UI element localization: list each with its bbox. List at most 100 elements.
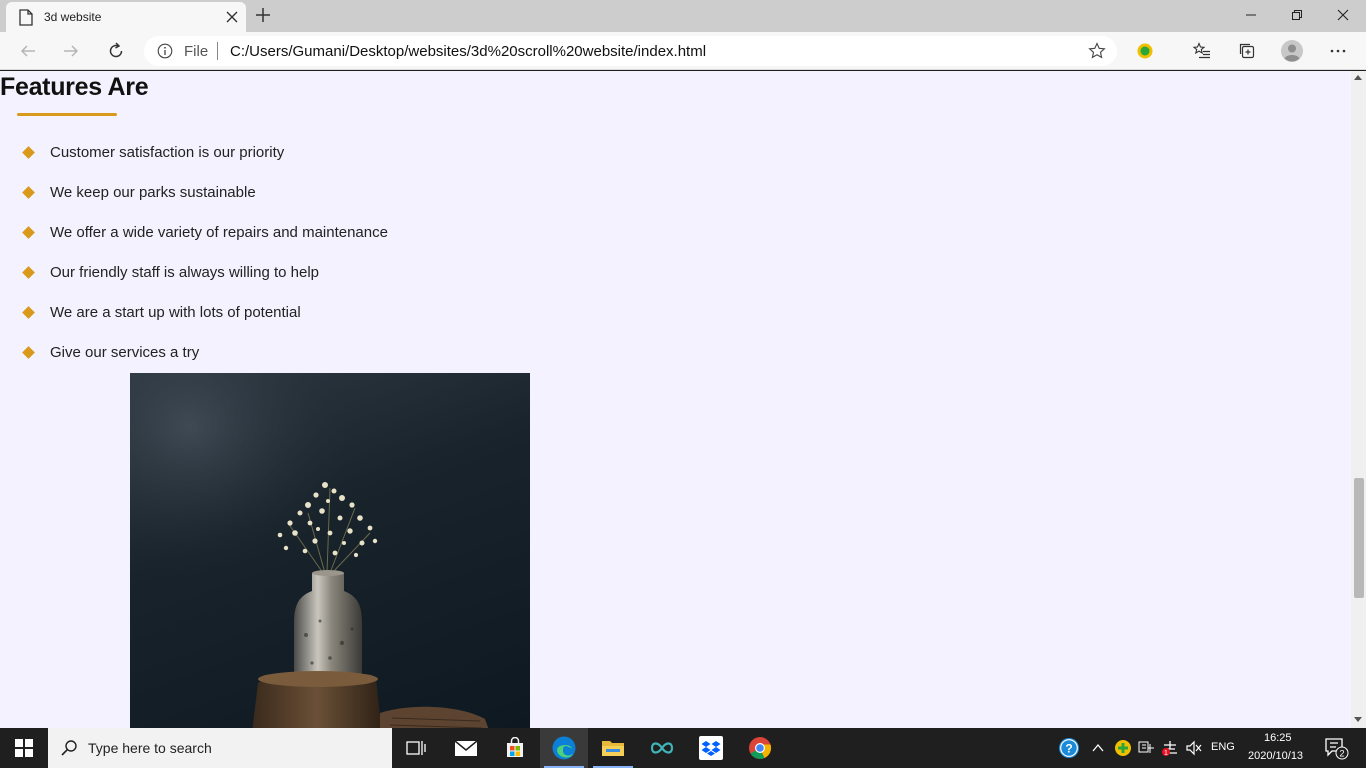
- extension-button[interactable]: [1133, 39, 1157, 63]
- dropbox-app-button[interactable]: [687, 728, 735, 768]
- collections-icon: [1239, 43, 1255, 59]
- scroll-down-arrow-icon[interactable]: [1354, 717, 1362, 722]
- tab-close-icon[interactable]: [222, 7, 242, 27]
- url-text[interactable]: C:/Users/Gumani/Desktop/websites/3d%20sc…: [230, 43, 706, 60]
- extension-tray-button[interactable]: [1112, 728, 1134, 768]
- chrome-icon: [749, 737, 772, 759]
- page-viewport: Features Are Customer satisfaction is ou…: [0, 71, 1351, 728]
- keyboard-ime-icon: [1138, 741, 1154, 753]
- folder-icon: [602, 741, 624, 756]
- features-list: Customer satisfaction is our priority We…: [0, 143, 500, 383]
- back-button[interactable]: [16, 39, 40, 63]
- search-placeholder: Type here to search: [88, 740, 212, 756]
- mail-icon: [454, 740, 478, 756]
- heading-underline: [17, 113, 117, 116]
- edge-browser-icon: [552, 736, 576, 760]
- notifications-icon: 2: [1325, 738, 1349, 760]
- feature-text: We offer a wide variety of repairs and m…: [50, 224, 388, 241]
- feature-text: Customer satisfaction is our priority: [50, 144, 285, 161]
- feature-text: We are a start up with lots of potential: [50, 304, 301, 321]
- language-indicator[interactable]: ENG: [1211, 741, 1235, 753]
- favorites-button[interactable]: [1190, 39, 1214, 63]
- favorite-star-icon[interactable]: [1088, 42, 1106, 60]
- browser-toolbar: File C:/Users/Gumani/Desktop/websites/3d…: [0, 32, 1366, 70]
- task-view-button[interactable]: [392, 728, 440, 768]
- restore-icon: [1292, 10, 1302, 20]
- feature-item: Our friendly staff is always willing to …: [0, 263, 500, 303]
- collections-button[interactable]: [1235, 39, 1259, 63]
- new-tab-icon[interactable]: [253, 5, 273, 25]
- search-icon: [61, 740, 77, 756]
- minimize-button[interactable]: [1228, 0, 1274, 30]
- svg-text:1: 1: [1164, 750, 1168, 757]
- windows-taskbar: Type here to search ? 1 ENG 16:25 2020/1…: [0, 728, 1366, 768]
- scroll-thumb[interactable]: [1354, 478, 1364, 598]
- ime-tray-button[interactable]: [1136, 728, 1158, 768]
- forward-arrow-icon: [64, 45, 79, 57]
- tab-strip: 3d website: [0, 0, 1366, 32]
- notification-count: 2: [1339, 749, 1344, 759]
- tab-title: 3d website: [44, 10, 102, 24]
- browser-tab[interactable]: 3d website: [6, 2, 246, 32]
- store-app-button[interactable]: [491, 728, 539, 768]
- action-center-button[interactable]: 2: [1316, 728, 1356, 768]
- diamond-bullet-icon: [22, 306, 35, 319]
- svg-text:?: ?: [1065, 742, 1072, 756]
- clock-time[interactable]: 16:25: [1264, 732, 1292, 744]
- refresh-button[interactable]: [104, 39, 128, 63]
- show-hidden-icons-button[interactable]: [1088, 728, 1108, 768]
- store-bag-icon: [507, 737, 523, 757]
- vase-illustration: [130, 373, 530, 728]
- edge-app-button[interactable]: [540, 728, 588, 768]
- infinity-icon: [650, 742, 674, 754]
- feature-text: Give our services a try: [50, 344, 200, 361]
- diamond-bullet-icon: [22, 346, 35, 359]
- url-divider: [217, 42, 218, 60]
- volume-muted-icon: [1186, 740, 1202, 756]
- extension-tray-icon: [1115, 740, 1131, 756]
- address-bar[interactable]: File C:/Users/Gumani/Desktop/websites/3d…: [144, 36, 1117, 66]
- feature-item: We are a start up with lots of potential: [0, 303, 500, 343]
- flower-vase-photo: [130, 373, 530, 728]
- settings-menu-button[interactable]: [1326, 39, 1350, 63]
- scroll-up-arrow-icon[interactable]: [1354, 75, 1362, 80]
- vertical-scrollbar[interactable]: [1351, 71, 1366, 728]
- windows-logo-icon: [15, 739, 33, 757]
- feature-item: We offer a wide variety of repairs and m…: [0, 223, 500, 263]
- close-icon: [1337, 9, 1349, 21]
- avatar-icon: [1281, 40, 1303, 62]
- clock-date[interactable]: 2020/10/13: [1248, 750, 1303, 762]
- more-dots-icon: [1330, 49, 1346, 53]
- feature-text: Our friendly staff is always willing to …: [50, 264, 320, 281]
- taskbar-search-box[interactable]: Type here to search: [48, 728, 392, 768]
- help-tray-button[interactable]: ?: [1056, 728, 1082, 768]
- start-button[interactable]: [0, 728, 48, 768]
- info-icon[interactable]: [157, 43, 173, 59]
- arduino-app-button[interactable]: [638, 728, 686, 768]
- network-alert-icon: 1: [1162, 741, 1177, 757]
- url-scheme-label: File: [184, 43, 209, 60]
- document-icon: [19, 9, 33, 26]
- network-tray-button[interactable]: 1: [1159, 728, 1181, 768]
- help-icon: ?: [1059, 738, 1079, 758]
- close-window-button[interactable]: [1320, 0, 1366, 30]
- restore-button[interactable]: [1274, 0, 1320, 30]
- back-arrow-icon: [20, 45, 35, 57]
- mail-app-button[interactable]: [442, 728, 490, 768]
- diamond-bullet-icon: [22, 146, 35, 159]
- features-heading: Features Are: [0, 73, 149, 101]
- task-view-icon: [406, 741, 426, 755]
- feature-text: We keep our parks sustainable: [50, 184, 256, 201]
- file-explorer-button[interactable]: [589, 728, 637, 768]
- chevron-up-icon: [1092, 743, 1104, 752]
- refresh-icon: [109, 42, 123, 58]
- extension-icon: [1137, 43, 1153, 59]
- feature-item: Customer satisfaction is our priority: [0, 143, 500, 183]
- minimize-icon: [1246, 14, 1256, 16]
- forward-button[interactable]: [59, 39, 83, 63]
- volume-tray-button[interactable]: [1183, 728, 1205, 768]
- diamond-bullet-icon: [22, 266, 35, 279]
- profile-button[interactable]: [1280, 39, 1304, 63]
- chrome-app-button[interactable]: [736, 728, 784, 768]
- diamond-bullet-icon: [22, 226, 35, 239]
